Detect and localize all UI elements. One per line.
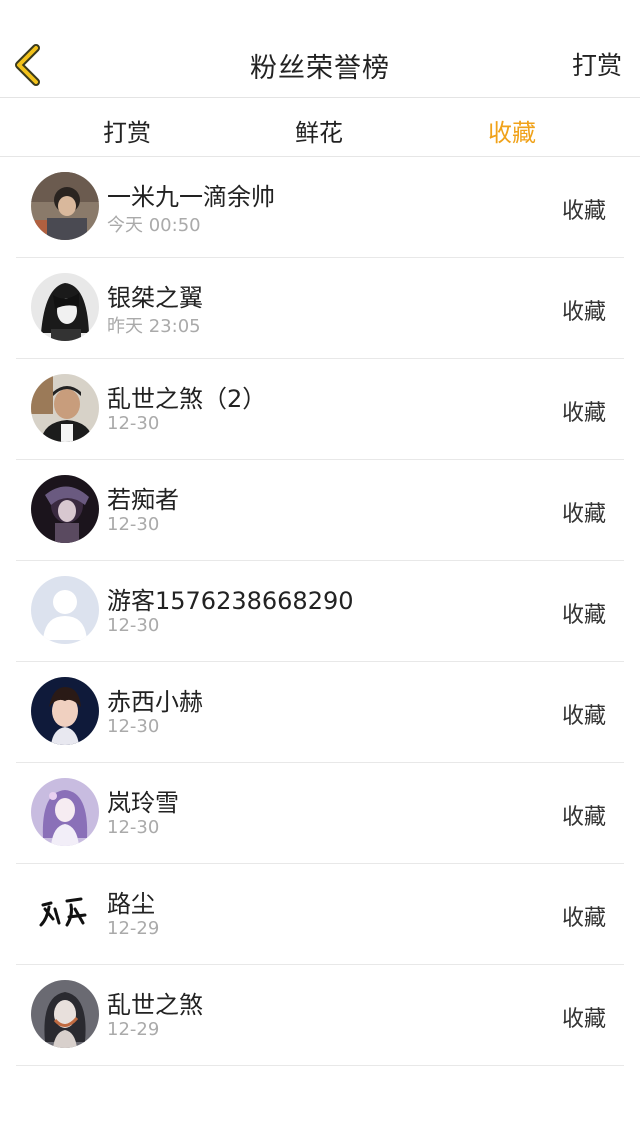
navigation-bar: 粉丝荣誉榜 打赏 [0, 0, 640, 98]
fan-list: 一米九一滴余帅 今天 00:50 收藏 银桀之翼 昨天 23:05 收藏 乱世之… [0, 157, 640, 1066]
fan-time: 12-30 [107, 514, 160, 535]
fan-time: 12-29 [107, 1019, 160, 1040]
list-item[interactable]: 乱世之煞 12-29 收藏 [16, 965, 624, 1066]
list-item[interactable]: 银桀之翼 昨天 23:05 收藏 [16, 258, 624, 359]
avatar [31, 576, 99, 644]
fan-name: 乱世之煞 [107, 991, 203, 1019]
back-button[interactable] [10, 40, 50, 90]
fan-time: 昨天 23:05 [107, 316, 201, 337]
fan-name: 游客1576238668290 [107, 587, 354, 615]
tab-reward[interactable]: 打赏 [67, 113, 187, 148]
fan-name: 银桀之翼 [107, 284, 203, 312]
action-label: 收藏 [561, 906, 606, 931]
action-label: 收藏 [561, 603, 606, 628]
list-item[interactable]: 赤西小赫 12-30 收藏 [16, 662, 624, 763]
avatar [31, 980, 99, 1048]
avatar [31, 475, 99, 543]
list-item[interactable]: 若痴者 12-30 收藏 [16, 460, 624, 561]
page-title: 粉丝荣誉榜 [250, 53, 390, 84]
list-item[interactable]: 岚玲雪 12-30 收藏 [16, 763, 624, 864]
fan-name: 若痴者 [107, 486, 179, 514]
action-label: 收藏 [561, 1007, 606, 1032]
list-item[interactable]: 路尘 12-29 收藏 [16, 864, 624, 965]
list-item[interactable]: 一米九一滴余帅 今天 00:50 收藏 [16, 157, 624, 258]
fan-time: 12-30 [107, 413, 160, 434]
fan-name: 路尘 [107, 890, 155, 918]
list-item[interactable]: 游客1576238668290 12-30 收藏 [16, 561, 624, 662]
fan-time: 12-30 [107, 716, 160, 737]
fan-name: 乱世之煞（2） [107, 385, 267, 413]
action-label: 收藏 [561, 401, 606, 426]
avatar [31, 778, 99, 846]
avatar [31, 677, 99, 745]
avatar [31, 273, 99, 341]
action-label: 收藏 [561, 502, 606, 527]
action-label: 收藏 [561, 300, 606, 325]
fan-time: 12-30 [107, 817, 160, 838]
avatar [31, 879, 99, 947]
avatar [31, 374, 99, 442]
avatar [31, 172, 99, 240]
fan-time: 今天 00:50 [107, 215, 201, 236]
action-label: 收藏 [561, 199, 606, 224]
action-label: 收藏 [561, 805, 606, 830]
tab-bar: 打赏 鲜花 收藏 [0, 99, 640, 157]
reward-button[interactable]: 打赏 [572, 46, 622, 82]
tab-favorites[interactable]: 收藏 [452, 113, 572, 148]
action-label: 收藏 [561, 704, 606, 729]
tab-flowers[interactable]: 鲜花 [259, 113, 379, 148]
fan-name: 岚玲雪 [107, 789, 179, 817]
list-item[interactable]: 乱世之煞（2） 12-30 收藏 [16, 359, 624, 460]
fan-name: 赤西小赫 [107, 688, 203, 716]
fan-time: 12-29 [107, 918, 160, 939]
fan-time: 12-30 [107, 615, 160, 636]
fan-name: 一米九一滴余帅 [107, 183, 275, 211]
chevron-left-icon [15, 44, 40, 86]
